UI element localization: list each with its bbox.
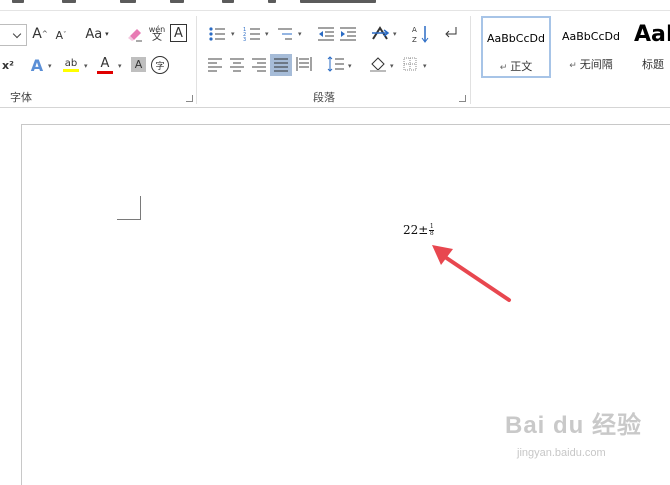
watermark-logo: Bai du 经验 <box>505 412 643 439</box>
annotation-arrow-shaft <box>443 255 511 302</box>
watermark-url: jingyan.baidu.com <box>517 447 606 459</box>
